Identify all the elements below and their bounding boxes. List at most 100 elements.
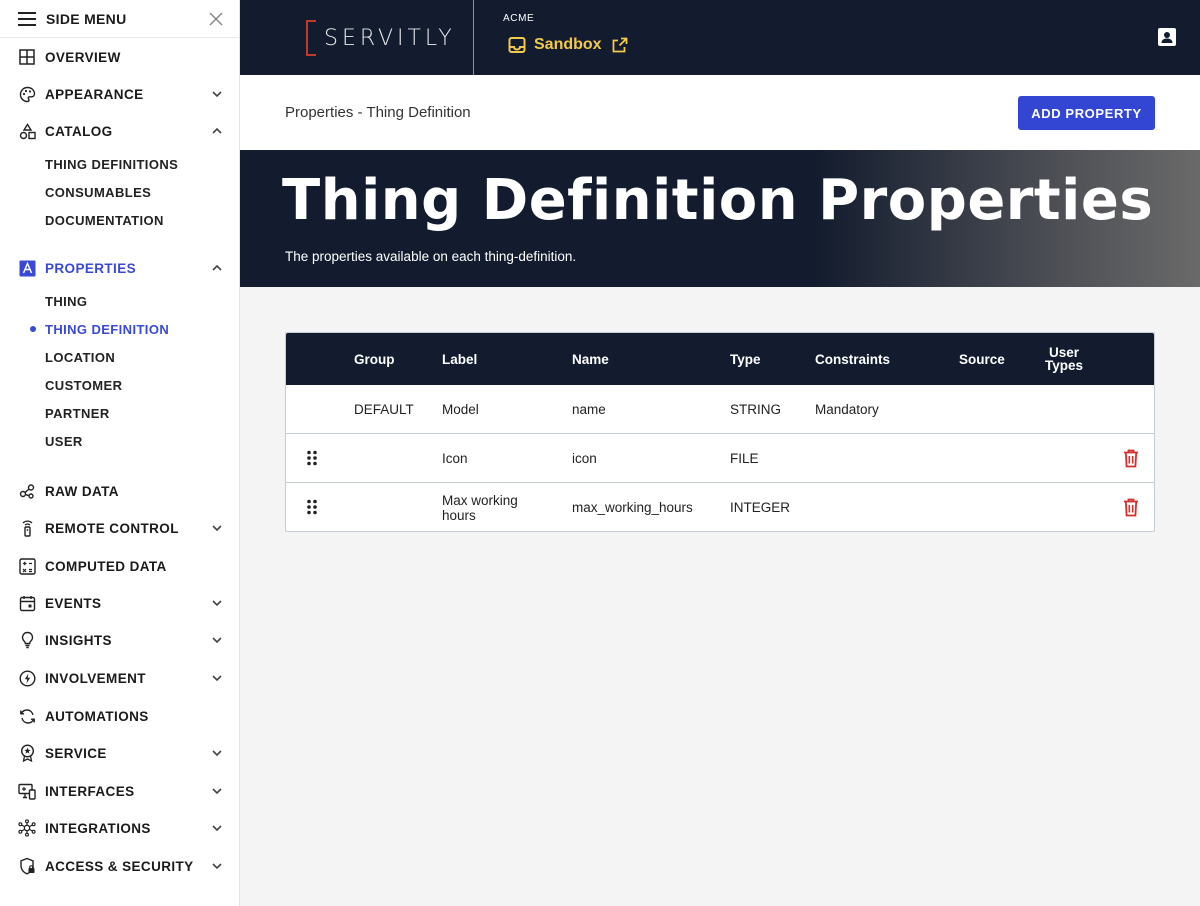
- sidebar-item-access-security[interactable]: ACCESS & SECURITY: [0, 852, 240, 880]
- sidebar-item-label: OVERVIEW: [45, 49, 121, 65]
- page-header: Properties - Thing Definition ADD PROPER…: [240, 75, 1200, 150]
- column-header-name[interactable]: Name: [572, 333, 609, 385]
- cell-label: Max working hours: [442, 492, 518, 523]
- sidebar-item-properties[interactable]: PROPERTIES: [0, 254, 240, 282]
- sidebar-item-raw-data[interactable]: RAW DATA: [0, 477, 240, 505]
- sidebar-subitem-location[interactable]: LOCATION: [45, 346, 115, 368]
- chevron-down-icon[interactable]: [210, 633, 224, 647]
- nodes-icon: [18, 482, 36, 500]
- chevron-up-icon[interactable]: [210, 261, 224, 275]
- cell-name: max_working_hours: [572, 500, 693, 515]
- sidebar-subitem-label: THING DEFINITION: [45, 321, 170, 337]
- bolt-icon: [18, 669, 36, 687]
- close-icon[interactable]: [209, 11, 223, 26]
- sidebar-item-label: RAW DATA: [45, 483, 119, 499]
- side-menu-header: SIDE MENU: [0, 0, 239, 38]
- column-header-constraints[interactable]: Constraints: [815, 333, 890, 385]
- table-row[interactable]: Max working hours max_working_hours INTE…: [286, 483, 1154, 532]
- table-row[interactable]: DEFAULT Model name STRING Mandatory: [286, 385, 1154, 434]
- chevron-down-icon[interactable]: [210, 746, 224, 760]
- sidebar-item-label: PROPERTIES: [45, 260, 137, 276]
- active-indicator: [30, 326, 36, 332]
- tenant-name: ACME: [503, 13, 535, 24]
- sidebar-item-involvement[interactable]: INVOLVEMENT: [0, 664, 240, 692]
- chevron-down-icon[interactable]: [210, 521, 224, 535]
- top-bar: SERVITLY ACME Sandbox: [240, 0, 1200, 75]
- cell-name: name: [572, 402, 606, 417]
- sidebar-item-integrations[interactable]: INTEGRATIONS: [0, 814, 240, 842]
- sidebar-item-label: CATALOG: [45, 123, 113, 139]
- column-header-group[interactable]: Group: [354, 333, 395, 385]
- delete-icon[interactable]: [1123, 449, 1139, 468]
- shield-lock-icon: [18, 857, 36, 875]
- environment-selector[interactable]: Sandbox: [508, 36, 628, 54]
- cell-label: Icon: [442, 451, 468, 466]
- sidebar-item-label: INTEGRATIONS: [45, 820, 151, 836]
- sidebar-subitem-documentation[interactable]: DOCUMENTATION: [45, 209, 164, 231]
- delete-icon[interactable]: [1123, 498, 1139, 517]
- sidebar-item-label: COMPUTED DATA: [45, 558, 167, 574]
- calculator-icon: [18, 557, 36, 575]
- sidebar-item-interfaces[interactable]: INTERFACES: [0, 777, 240, 805]
- side-menu: SIDE MENU OVERVIEW APPEARANCE CATALOG TH…: [0, 0, 240, 906]
- chevron-down-icon[interactable]: [210, 821, 224, 835]
- sidebar-item-overview[interactable]: OVERVIEW: [0, 43, 240, 71]
- sidebar-item-label: ACCESS & SECURITY: [45, 858, 194, 874]
- add-property-button[interactable]: ADD PROPERTY: [1018, 96, 1155, 130]
- properties-table: Group Label Name Type Constraints Source…: [285, 332, 1155, 532]
- sidebar-subitem-thing-definitions[interactable]: THING DEFINITIONS: [45, 153, 178, 175]
- servitly-logo[interactable]: SERVITLY: [306, 20, 456, 56]
- sidebar-item-remote-control[interactable]: REMOTE CONTROL: [0, 514, 240, 542]
- page-subtitle: The properties available on each thing-d…: [285, 249, 577, 264]
- drag-handle-icon[interactable]: [306, 499, 318, 515]
- column-header-user-types[interactable]: User Types: [1045, 333, 1084, 385]
- side-menu-title: SIDE MENU: [46, 10, 127, 27]
- badge-icon: [18, 744, 36, 762]
- sidebar-item-appearance[interactable]: APPEARANCE: [0, 80, 240, 108]
- calendar-icon: [18, 594, 36, 612]
- sidebar-subitem-user[interactable]: USER: [45, 430, 83, 452]
- table-row[interactable]: Icon icon FILE: [286, 434, 1154, 483]
- cell-type: INTEGER: [730, 500, 791, 515]
- chevron-down-icon[interactable]: [210, 671, 224, 685]
- column-header-type[interactable]: Type: [730, 333, 761, 385]
- environment-label: Sandbox: [534, 36, 602, 53]
- sidebar-item-automations[interactable]: AUTOMATIONS: [0, 702, 240, 730]
- sidebar-subitem-customer[interactable]: CUSTOMER: [45, 374, 122, 396]
- chevron-down-icon[interactable]: [210, 87, 224, 101]
- sidebar-item-label: SERVICE: [45, 745, 107, 761]
- chevron-up-icon[interactable]: [210, 124, 224, 138]
- sidebar-subitem-consumables[interactable]: CONSUMABLES: [45, 181, 151, 203]
- devices-icon: [18, 782, 36, 800]
- sidebar-item-label: INSIGHTS: [45, 632, 112, 648]
- chevron-down-icon[interactable]: [210, 596, 224, 610]
- cell-type: STRING: [730, 402, 782, 417]
- account-icon[interactable]: [1158, 28, 1176, 46]
- chevron-down-icon[interactable]: [210, 784, 224, 798]
- sidebar-item-computed-data[interactable]: COMPUTED DATA: [0, 552, 240, 580]
- sidebar-item-label: APPEARANCE: [45, 86, 144, 102]
- sidebar-item-insights[interactable]: INSIGHTS: [0, 626, 240, 654]
- sidebar-item-events[interactable]: EVENTS: [0, 589, 240, 617]
- hub-icon: [18, 819, 36, 837]
- sidebar-item-catalog[interactable]: CATALOG: [0, 117, 240, 145]
- drag-handle-icon[interactable]: [306, 450, 318, 466]
- column-header-text: Types: [1045, 358, 1084, 373]
- external-link-icon[interactable]: [612, 37, 628, 53]
- sidebar-subitem-partner[interactable]: PARTNER: [45, 402, 110, 424]
- sidebar-item-label: INTERFACES: [45, 783, 135, 799]
- properties-icon: [18, 259, 36, 277]
- sidebar-subitem-thing-definition[interactable]: THING DEFINITION: [30, 318, 170, 340]
- column-header-source[interactable]: Source: [959, 333, 1005, 385]
- cell-label: Model: [442, 402, 479, 417]
- cell-constraints: Mandatory: [815, 402, 879, 417]
- chevron-down-icon[interactable]: [210, 859, 224, 873]
- sidebar-subitem-thing[interactable]: THING: [45, 290, 87, 312]
- inbox-icon: [508, 36, 526, 54]
- column-header-label[interactable]: Label: [442, 333, 477, 385]
- lightbulb-icon: [18, 631, 36, 649]
- sidebar-item-service[interactable]: SERVICE: [0, 739, 240, 767]
- sidebar-item-label: REMOTE CONTROL: [45, 520, 179, 536]
- hamburger-icon[interactable]: [18, 11, 36, 26]
- sidebar-item-label: AUTOMATIONS: [45, 708, 149, 724]
